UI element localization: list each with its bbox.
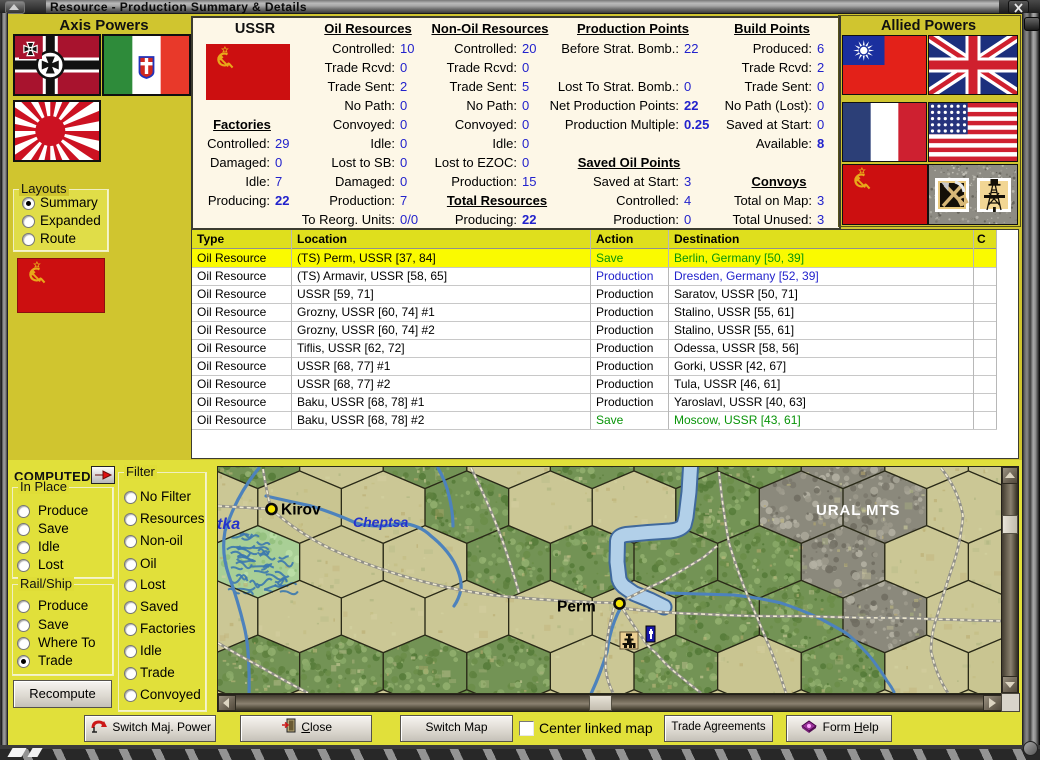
svg-text:Perm: Perm <box>557 599 596 616</box>
svg-text:tka: tka <box>218 516 240 533</box>
svg-text:Cheptsa: Cheptsa <box>353 514 408 530</box>
svg-text:Kirov: Kirov <box>281 502 321 519</box>
svg-text:URAL MTS: URAL MTS <box>816 502 900 519</box>
